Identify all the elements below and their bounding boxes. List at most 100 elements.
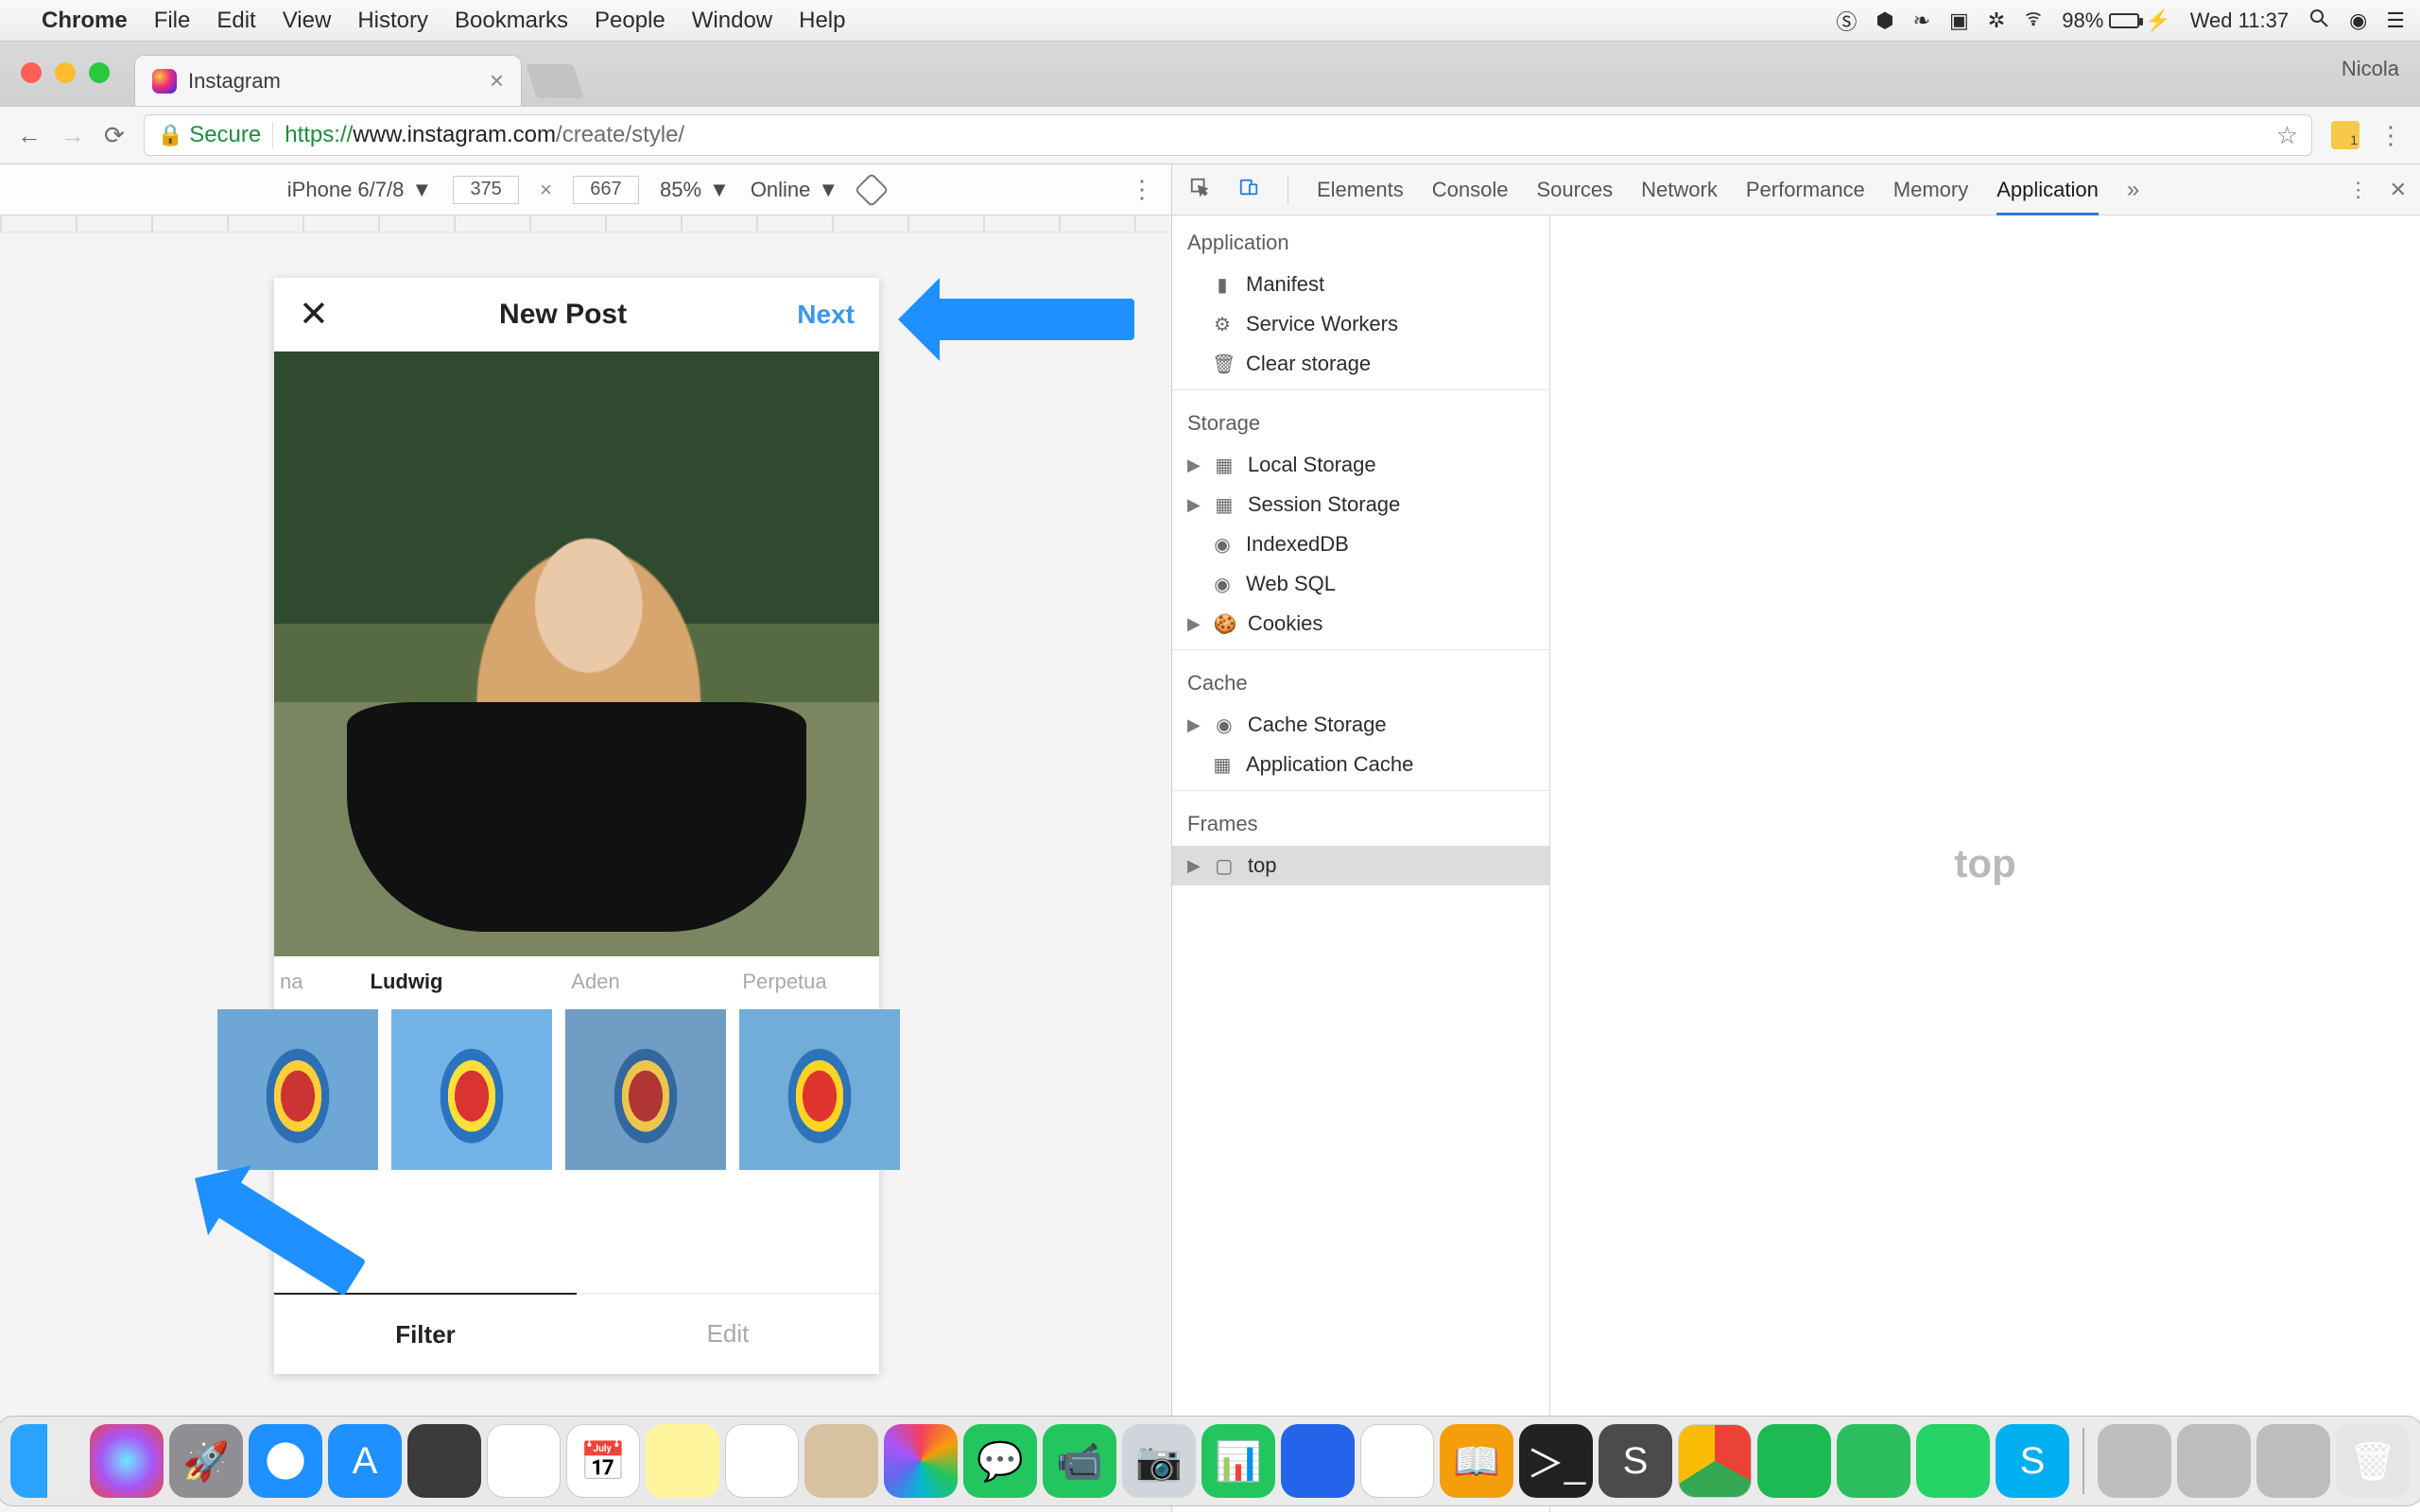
new-tab-button[interactable] — [526, 64, 584, 98]
secure-indicator[interactable]: 🔒 Secure — [158, 122, 261, 148]
device-picker[interactable]: iPhone 6/7/8 ▼ — [287, 178, 432, 202]
sidebar-item-manifest[interactable]: ▮Manifest — [1172, 265, 1549, 304]
dock-safari-icon[interactable] — [249, 1424, 322, 1498]
filter-thumb-ludwig[interactable] — [391, 1009, 552, 1170]
evernote-menubar-icon[interactable]: ❧ — [1913, 9, 1930, 33]
expand-caret-icon[interactable]: ▶ — [1187, 614, 1201, 634]
window-maximize-button[interactable] — [89, 62, 110, 83]
menubar-item-view[interactable]: View — [283, 8, 332, 34]
sidebar-item-service-workers[interactable]: ⚙Service Workers — [1172, 304, 1549, 344]
sidebar-item-frame-top[interactable]: ▶▢top — [1172, 846, 1549, 885]
dock-document-icon[interactable] — [2256, 1424, 2330, 1498]
menubar-app-name[interactable]: Chrome — [42, 8, 128, 34]
filter-name-perpetua[interactable]: Perpetua — [690, 970, 879, 994]
menubar-item-window[interactable]: Window — [692, 8, 772, 34]
tab-edit[interactable]: Edit — [577, 1294, 879, 1374]
expand-caret-icon[interactable]: ▶ — [1187, 495, 1201, 515]
dock-photos-icon[interactable] — [884, 1424, 958, 1498]
menubar-item-history[interactable]: History — [357, 8, 428, 34]
window-close-button[interactable] — [21, 62, 42, 83]
sidebar-item-session-storage[interactable]: ▶▦Session Storage — [1172, 485, 1549, 524]
dock-keynote-icon[interactable] — [1281, 1424, 1355, 1498]
dock-sublime-icon[interactable]: S — [1599, 1424, 1672, 1498]
close-icon[interactable]: ✕ — [299, 293, 329, 335]
rotate-device-icon[interactable] — [855, 172, 890, 207]
dock-whatsapp-icon[interactable] — [1916, 1424, 1990, 1498]
adobe-menubar-icon[interactable]: ▣ — [1949, 9, 1969, 33]
chrome-profile-name[interactable]: Nicola — [2342, 57, 2399, 81]
dock-mission-control-icon[interactable] — [407, 1424, 481, 1498]
devtools-tab-memory[interactable]: Memory — [1893, 164, 1968, 215]
browser-tab[interactable]: Instagram × — [134, 55, 522, 106]
dock-photobooth-icon[interactable]: 📷 — [1122, 1424, 1196, 1498]
menubar-item-bookmarks[interactable]: Bookmarks — [455, 8, 568, 34]
dock-finder-icon[interactable] — [10, 1424, 84, 1498]
devtools-menu-icon[interactable]: ⋮ — [2348, 178, 2369, 202]
filter-name-aden[interactable]: Aden — [501, 970, 690, 994]
devtools-tabs-overflow-icon[interactable]: » — [2127, 177, 2139, 203]
dock-trash-icon[interactable]: 🗑 — [2336, 1424, 2410, 1498]
sidebar-item-clear-storage[interactable]: 🗑Clear storage — [1172, 344, 1549, 384]
bookmark-star-icon[interactable]: ☆ — [2276, 121, 2298, 150]
dock-evernote-icon[interactable] — [1837, 1424, 1910, 1498]
dock-chrome-icon[interactable] — [1678, 1424, 1752, 1498]
dock-calendar-icon[interactable]: 📅 — [566, 1424, 640, 1498]
sidebar-item-cache-storage[interactable]: ▶◉Cache Storage — [1172, 705, 1549, 745]
dock-notes-icon[interactable] — [646, 1424, 719, 1498]
filter-name-ludwig[interactable]: Ludwig — [312, 970, 501, 994]
devtools-tab-network[interactable]: Network — [1641, 164, 1718, 215]
address-bar[interactable]: 🔒 Secure https://www.instagram.com/creat… — [144, 114, 2312, 156]
nav-back-button[interactable]: ← — [17, 121, 42, 150]
nav-reload-button[interactable]: ⟳ — [104, 121, 125, 150]
dock-numbers-icon[interactable]: 📊 — [1201, 1424, 1275, 1498]
dock-skype-icon[interactable]: S — [1996, 1424, 2069, 1498]
devtools-tab-application[interactable]: Application — [1996, 164, 2099, 215]
dock-messages-icon[interactable]: 💬 — [963, 1424, 1037, 1498]
tab-close-icon[interactable]: × — [490, 66, 504, 95]
dock-appstore-icon[interactable]: A — [328, 1424, 402, 1498]
devtools-tab-sources[interactable]: Sources — [1536, 164, 1613, 215]
wifi-menubar-icon[interactable] — [2024, 9, 2043, 33]
devtools-tab-console[interactable]: Console — [1432, 164, 1509, 215]
sidebar-item-websql[interactable]: ◉Web SQL — [1172, 564, 1549, 604]
menubar-item-edit[interactable]: Edit — [216, 8, 255, 34]
menubar-item-file[interactable]: File — [154, 8, 191, 34]
zoom-picker[interactable]: 85% ▼ — [660, 178, 730, 202]
dock-launchpad-icon[interactable]: 🚀 — [169, 1424, 243, 1498]
device-toolbar-menu-icon[interactable]: ⋮ — [1130, 175, 1154, 204]
extension-badge[interactable]: 1 — [2331, 121, 2360, 149]
dock-window-preview-icon[interactable] — [2177, 1424, 2251, 1498]
expand-caret-icon[interactable]: ▶ — [1187, 715, 1201, 735]
bluetooth-menubar-icon[interactable]: ✲ — [1988, 9, 2005, 33]
notification-center-icon[interactable]: ☰ — [2386, 9, 2405, 33]
dock-facetime-icon[interactable]: 📹 — [1043, 1424, 1116, 1498]
dock-reminders-icon[interactable] — [725, 1424, 799, 1498]
filter-thumb-perpetua[interactable] — [739, 1009, 900, 1170]
menubar-clock[interactable]: Wed 11:37 — [2190, 9, 2289, 33]
dock-ibooks-icon[interactable]: 📖 — [1440, 1424, 1513, 1498]
battery-status[interactable]: 98% ⚡ — [2062, 9, 2170, 33]
sidebar-item-cookies[interactable]: ▶🍪Cookies — [1172, 604, 1549, 644]
post-photo-preview[interactable] — [274, 352, 879, 956]
devtools-tab-elements[interactable]: Elements — [1317, 164, 1404, 215]
expand-caret-icon[interactable]: ▶ — [1187, 455, 1201, 475]
throttle-picker[interactable]: Online ▼ — [751, 178, 838, 202]
skype-menubar-icon[interactable]: Ⓢ — [1836, 6, 1857, 36]
dock-siri-icon[interactable] — [90, 1424, 164, 1498]
devtools-tab-performance[interactable]: Performance — [1746, 164, 1865, 215]
expand-caret-icon[interactable]: ▶ — [1187, 856, 1201, 876]
devtools-close-icon[interactable]: ✕ — [2390, 178, 2407, 202]
filter-thumb[interactable] — [217, 1009, 378, 1170]
sidebar-item-local-storage[interactable]: ▶▦Local Storage — [1172, 445, 1549, 485]
toggle-device-toolbar-icon[interactable] — [1238, 177, 1259, 203]
window-minimize-button[interactable] — [55, 62, 76, 83]
chrome-menu-icon[interactable]: ⋮ — [2378, 121, 2403, 150]
inspect-element-icon[interactable] — [1189, 177, 1210, 203]
menubar-item-help[interactable]: Help — [799, 8, 845, 34]
viewport-height-input[interactable] — [573, 176, 639, 204]
dock-itunes-icon[interactable]: ♪ — [1360, 1424, 1434, 1498]
dock-window-preview-icon[interactable] — [2098, 1424, 2171, 1498]
tab-filter[interactable]: Filter — [274, 1293, 577, 1374]
sidebar-item-application-cache[interactable]: ▦Application Cache — [1172, 745, 1549, 784]
viewport-width-input[interactable] — [453, 176, 519, 204]
